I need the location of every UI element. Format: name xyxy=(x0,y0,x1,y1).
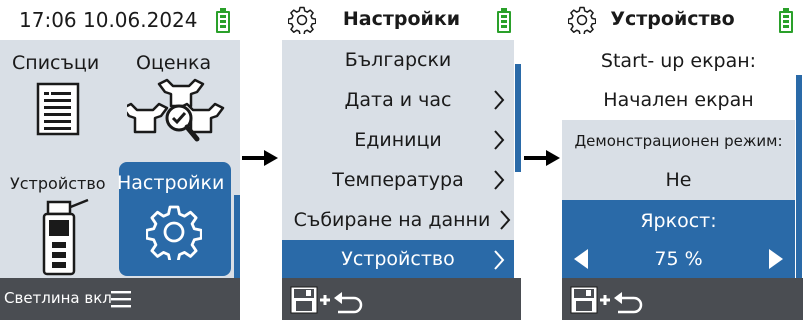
menu-item-temperature[interactable]: Температура xyxy=(282,160,514,200)
save-back-icon[interactable] xyxy=(570,286,648,314)
battery-icon xyxy=(497,8,511,33)
light-status: Светлина вкл xyxy=(4,289,112,307)
brightness-value: 75 % xyxy=(654,248,703,270)
demo-value[interactable]: Не xyxy=(562,160,795,200)
tile-device[interactable]: Устройство xyxy=(0,162,115,278)
cow-check-icon xyxy=(127,78,225,142)
settings-screen: Настройки Български Дата и час Единици Т… xyxy=(282,0,521,320)
footer-bar xyxy=(562,278,803,320)
chevron-right-icon xyxy=(494,130,505,150)
startup-label: Start- up екран: xyxy=(600,50,757,72)
tile-device-label: Устройство xyxy=(10,174,106,193)
tile-settings-label: Настройки xyxy=(117,172,225,194)
menu-item-label: Събиране на данни xyxy=(293,209,491,231)
battery-icon xyxy=(216,8,230,33)
arrow-right-icon xyxy=(524,150,560,166)
tile-evaluation[interactable]: Оценка xyxy=(117,40,235,160)
menu-item-units[interactable]: Единици xyxy=(282,120,514,160)
chevron-right-icon xyxy=(500,210,511,230)
menu-item-language[interactable]: Български xyxy=(282,40,514,80)
gear-icon xyxy=(146,205,202,260)
footer-bar: Светлина вкл xyxy=(0,278,240,320)
tile-lists[interactable]: Списъци xyxy=(0,40,115,160)
demo-section: Демонстрационен режим: Не xyxy=(562,120,795,200)
startup-value[interactable]: Начален екран xyxy=(562,80,795,120)
menu-item-label: Български xyxy=(344,49,452,71)
device-icon xyxy=(42,198,89,276)
chevron-right-icon xyxy=(494,170,505,190)
demo-label: Демонстрационен режим: xyxy=(574,132,783,150)
scrollbar[interactable] xyxy=(796,75,802,278)
device-screen: Устройство Start- up екран: Начален екра… xyxy=(562,0,803,320)
status-bar: Устройство xyxy=(562,0,803,40)
tile-evaluation-label: Оценка xyxy=(136,52,212,74)
scrollbar[interactable] xyxy=(234,195,240,278)
document-icon xyxy=(36,82,80,136)
arrow-right-icon[interactable] xyxy=(767,248,785,270)
tile-lists-label: Списъци xyxy=(12,52,100,74)
page-title: Настройки xyxy=(342,8,461,30)
page-title: Устройство xyxy=(610,8,735,30)
footer-bar xyxy=(282,278,521,320)
scrollbar[interactable] xyxy=(515,64,521,172)
menu-item-label: Единици xyxy=(354,129,442,151)
chevron-right-icon xyxy=(494,250,505,270)
device-settings: Start- up екран: Начален екран Демонстра… xyxy=(562,40,795,278)
arrow-right-icon xyxy=(242,150,278,166)
menu-item-label: Дата и час xyxy=(344,89,452,111)
menu-item-label: Температура xyxy=(332,169,464,191)
brightness-section: Яркост: 75 % xyxy=(562,200,795,278)
menu-item-label: Устройство xyxy=(341,248,455,270)
home-screen: 17:06 10.06.2024 Списъци Оценка Устройст… xyxy=(0,0,240,320)
menu-icon[interactable] xyxy=(111,290,131,308)
chevron-right-icon xyxy=(494,90,505,110)
menu-item-device[interactable]: Устройство xyxy=(282,240,514,278)
status-time: 17:06 10.06.2024 xyxy=(19,8,198,32)
battery-icon xyxy=(779,8,793,33)
settings-list: Български Дата и час Единици Температура… xyxy=(282,40,514,278)
tile-settings[interactable]: Настройки xyxy=(117,162,231,276)
save-back-icon[interactable] xyxy=(290,286,368,314)
menu-item-date-time[interactable]: Дата и час xyxy=(282,80,514,120)
status-bar: 17:06 10.06.2024 xyxy=(0,0,240,40)
status-bar: Настройки xyxy=(282,0,521,40)
menu-item-data-collection[interactable]: Събиране на данни xyxy=(282,200,514,240)
brightness-label: Яркост: xyxy=(640,210,717,232)
